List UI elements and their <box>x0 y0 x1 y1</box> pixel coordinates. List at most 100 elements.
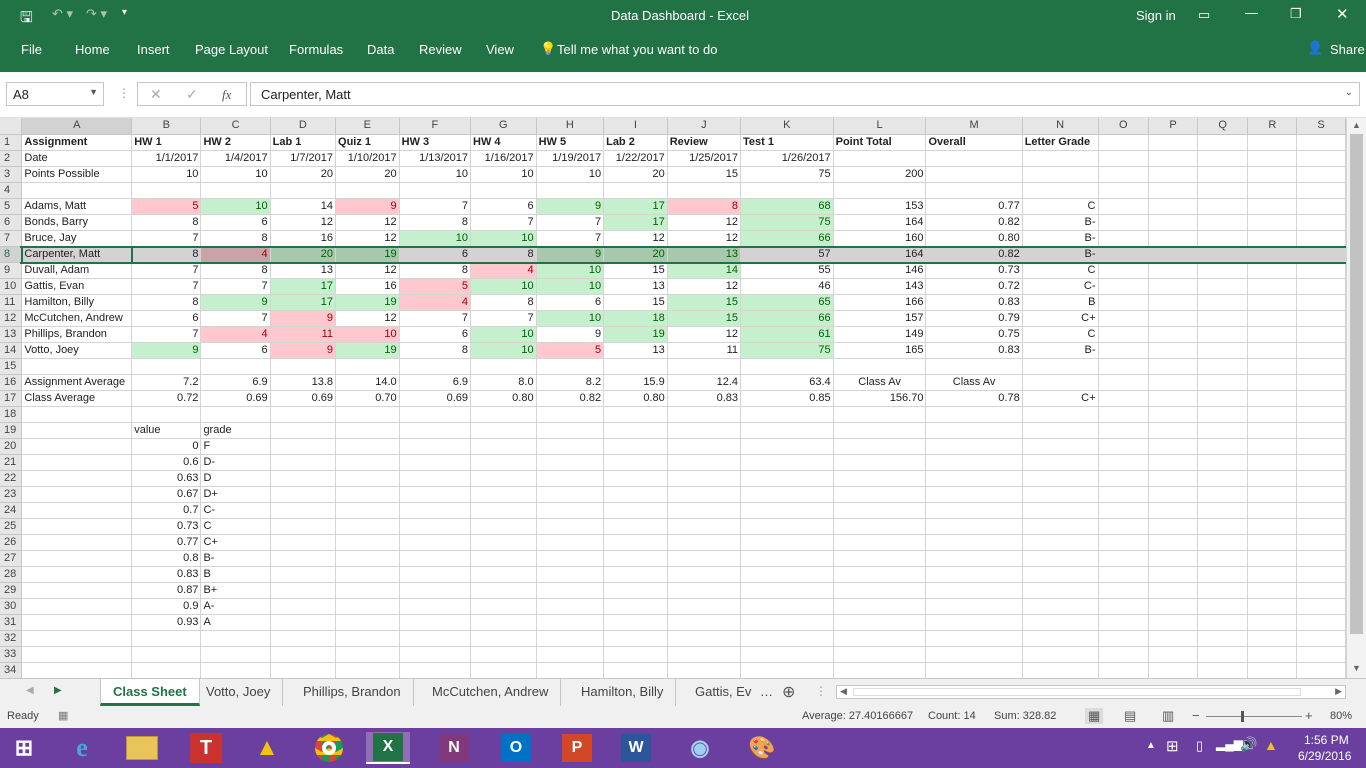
row-header[interactable]: 1 <box>0 134 23 151</box>
cell-e13[interactable]: 10 <box>335 326 400 343</box>
cell-c2[interactable]: 1/4/2017 <box>200 150 271 167</box>
cell-o26[interactable] <box>1098 534 1150 551</box>
cell-i14[interactable]: 13 <box>603 342 668 359</box>
column-header-c[interactable]: C <box>200 118 271 135</box>
drive-tray-icon[interactable]: ▲ <box>1264 737 1278 753</box>
cell-k24[interactable] <box>740 502 834 519</box>
cell-j16[interactable]: 12.4 <box>667 374 742 391</box>
cell-c25[interactable]: C <box>200 518 271 535</box>
cell-m4[interactable] <box>925 182 1023 199</box>
column-header-f[interactable]: F <box>399 118 472 135</box>
sheet-tab-phillips[interactable]: Phillips, Brandon <box>291 679 414 706</box>
cell-n31[interactable] <box>1022 614 1099 631</box>
cell-n11[interactable]: B <box>1022 294 1099 311</box>
cell-q33[interactable] <box>1197 646 1249 663</box>
cell-p15[interactable] <box>1148 358 1198 375</box>
cell-a29[interactable] <box>21 582 133 599</box>
cell-d11[interactable]: 17 <box>270 294 337 311</box>
cell-a21[interactable] <box>21 454 133 471</box>
cell-l16[interactable]: Class Av <box>833 374 927 391</box>
cell-s31[interactable] <box>1296 614 1346 631</box>
prev-sheet-icon[interactable]: ◀ <box>26 685 34 696</box>
cell-a25[interactable] <box>21 518 133 535</box>
cell-q6[interactable] <box>1197 214 1249 231</box>
cell-s11[interactable] <box>1296 294 1346 311</box>
cell-k21[interactable] <box>740 454 834 471</box>
cell-p33[interactable] <box>1148 646 1198 663</box>
cell-d7[interactable]: 16 <box>270 230 337 247</box>
cell-g22[interactable] <box>470 470 537 487</box>
cell-e17[interactable]: 0.70 <box>335 390 400 407</box>
cell-n3[interactable] <box>1022 166 1099 183</box>
cell-g11[interactable]: 8 <box>470 294 537 311</box>
cell-q26[interactable] <box>1197 534 1249 551</box>
column-header-q[interactable]: Q <box>1197 118 1249 135</box>
cell-s20[interactable] <box>1296 438 1346 455</box>
cell-n1[interactable]: Letter Grade <box>1022 134 1099 151</box>
cell-m28[interactable] <box>925 566 1023 583</box>
cell-q5[interactable] <box>1197 198 1249 215</box>
cell-d18[interactable] <box>270 406 337 423</box>
cell-r32[interactable] <box>1247 630 1298 647</box>
cell-e21[interactable] <box>335 454 400 471</box>
cell-n25[interactable] <box>1022 518 1099 535</box>
cell-b17[interactable]: 0.72 <box>131 390 202 407</box>
cell-a10[interactable]: Gattis, Evan <box>21 278 133 295</box>
cell-l14[interactable]: 165 <box>833 342 927 359</box>
cell-a16[interactable]: Assignment Average <box>21 374 133 391</box>
row-header[interactable]: 13 <box>0 326 23 343</box>
cell-q23[interactable] <box>1197 486 1249 503</box>
cell-p6[interactable] <box>1148 214 1198 231</box>
cell-r30[interactable] <box>1247 598 1298 615</box>
cell-b15[interactable] <box>131 358 202 375</box>
cell-s7[interactable] <box>1296 230 1346 247</box>
cell-n29[interactable] <box>1022 582 1099 599</box>
zoom-in-icon[interactable]: + <box>1305 708 1313 723</box>
cell-s13[interactable] <box>1296 326 1346 343</box>
cell-d30[interactable] <box>270 598 337 615</box>
cell-p11[interactable] <box>1148 294 1198 311</box>
row-header[interactable]: 34 <box>0 662 23 678</box>
cell-p32[interactable] <box>1148 630 1198 647</box>
cell-f1[interactable]: HW 3 <box>399 134 472 151</box>
cell-l26[interactable] <box>833 534 927 551</box>
cell-f4[interactable] <box>399 182 472 199</box>
row-header[interactable]: 3 <box>0 166 23 183</box>
cell-p26[interactable] <box>1148 534 1198 551</box>
cell-h33[interactable] <box>536 646 605 663</box>
cell-m10[interactable]: 0.72 <box>925 278 1023 295</box>
cell-c23[interactable]: D+ <box>200 486 271 503</box>
cell-h25[interactable] <box>536 518 605 535</box>
battery-icon[interactable]: ▯ <box>1196 738 1203 754</box>
chevron-down-icon[interactable]: ▼ <box>89 87 98 97</box>
sign-in-link[interactable]: Sign in <box>1136 8 1176 23</box>
cell-n30[interactable] <box>1022 598 1099 615</box>
cell-r26[interactable] <box>1247 534 1298 551</box>
cell-r2[interactable] <box>1247 150 1298 167</box>
cell-n32[interactable] <box>1022 630 1099 647</box>
cell-a33[interactable] <box>21 646 133 663</box>
cell-b6[interactable]: 8 <box>131 214 202 231</box>
cell-o1[interactable] <box>1098 134 1150 151</box>
cell-h9[interactable]: 10 <box>536 262 605 279</box>
cell-p16[interactable] <box>1148 374 1198 391</box>
column-header-i[interactable]: I <box>603 118 668 135</box>
cell-j19[interactable] <box>667 422 742 439</box>
cell-g30[interactable] <box>470 598 537 615</box>
row-header[interactable]: 15 <box>0 358 23 375</box>
cell-f16[interactable]: 6.9 <box>399 374 472 391</box>
cell-m27[interactable] <box>925 550 1023 567</box>
cell-c1[interactable]: HW 2 <box>200 134 271 151</box>
wifi-icon[interactable]: ▂▄▆ <box>1216 737 1243 751</box>
row-header[interactable]: 23 <box>0 486 23 503</box>
cell-e34[interactable] <box>335 662 400 678</box>
network-globe-icon[interactable]: ◉ <box>678 732 722 764</box>
cell-e3[interactable]: 20 <box>335 166 400 183</box>
cell-g17[interactable]: 0.80 <box>470 390 537 407</box>
cell-g29[interactable] <box>470 582 537 599</box>
cell-r1[interactable] <box>1247 134 1298 151</box>
cell-c34[interactable] <box>200 662 271 678</box>
cell-s23[interactable] <box>1296 486 1346 503</box>
cell-o12[interactable] <box>1098 310 1150 327</box>
clock-date[interactable]: 6/29/2016 <box>1298 749 1351 763</box>
